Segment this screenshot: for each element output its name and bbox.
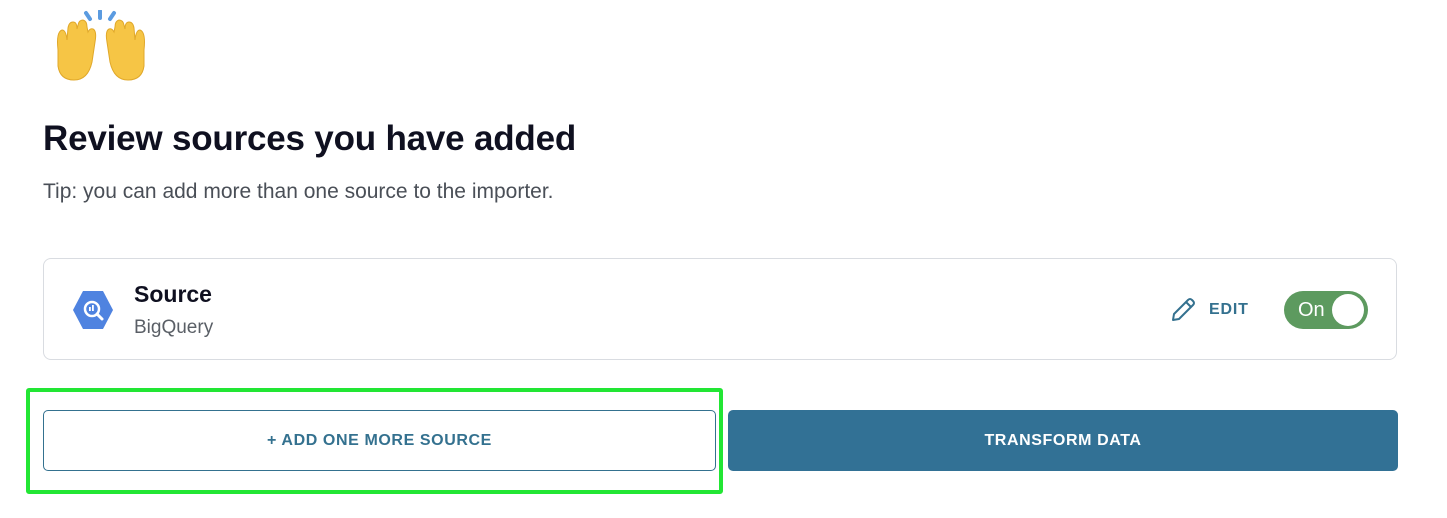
page-title: Review sources you have added	[43, 119, 577, 158]
toggle-label: On	[1298, 299, 1325, 321]
source-enabled-toggle[interactable]: On	[1284, 291, 1368, 329]
edit-source-button[interactable]: EDIT	[1169, 295, 1249, 325]
page: Review sources you have added Tip: you c…	[0, 0, 1447, 518]
bigquery-icon	[72, 290, 114, 330]
tip-text: Tip: you can add more than one source to…	[43, 180, 554, 203]
source-type: BigQuery	[134, 317, 214, 338]
toggle-knob	[1332, 294, 1364, 326]
pencil-icon	[1169, 296, 1197, 324]
source-card: Source BigQuery EDIT On	[43, 258, 1397, 360]
edit-label: EDIT	[1209, 301, 1249, 318]
transform-data-button[interactable]: TRANSFORM DATA	[728, 410, 1398, 471]
add-source-button[interactable]: + ADD ONE MORE SOURCE	[43, 410, 716, 471]
source-name: Source	[134, 281, 212, 307]
raising-hands-icon	[52, 9, 150, 84]
